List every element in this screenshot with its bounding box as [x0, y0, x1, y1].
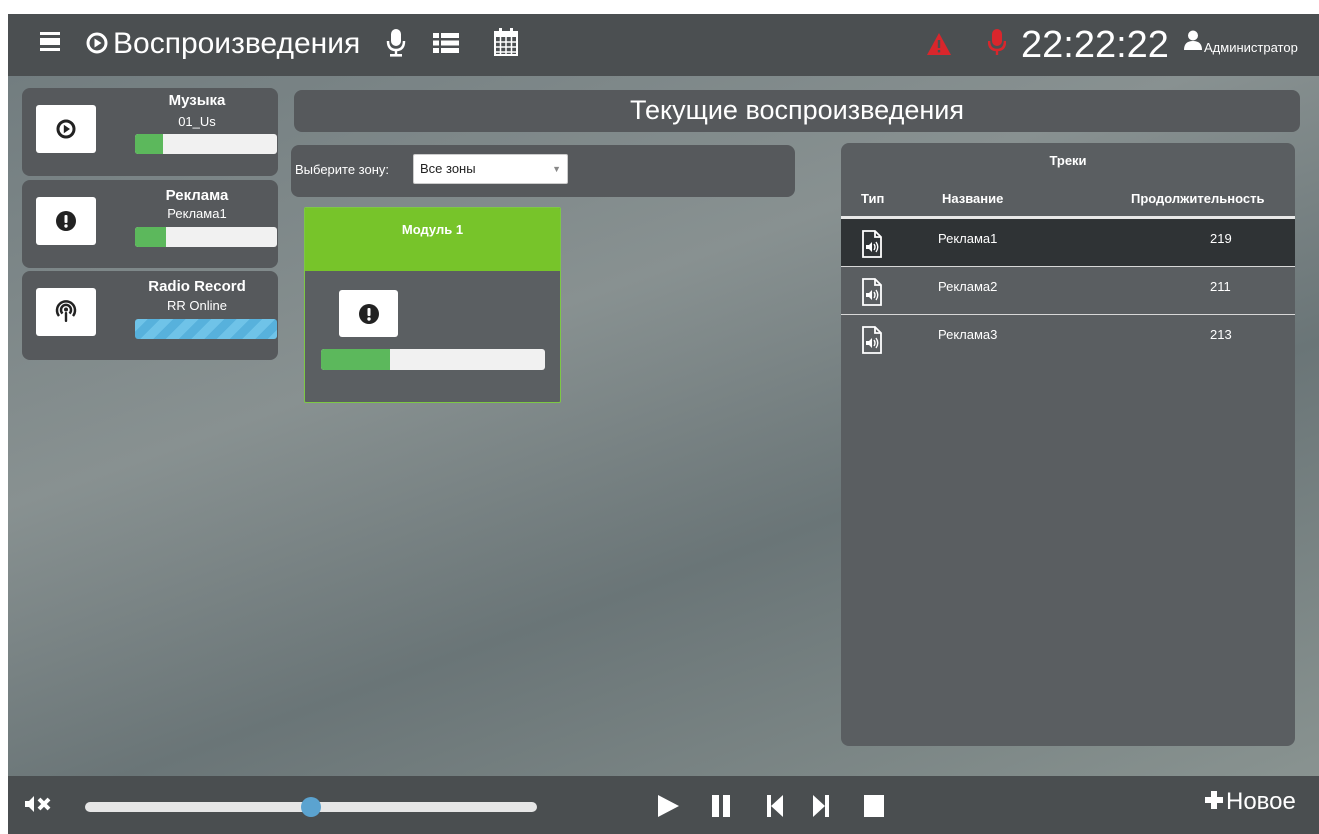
add-new-button[interactable]: Новое — [1204, 788, 1296, 816]
source-progress-bar — [135, 134, 277, 154]
source-name: Реклама — [165, 187, 229, 204]
alert-triangle-icon[interactable] — [926, 32, 952, 56]
play-icon[interactable] — [656, 794, 680, 823]
exclamation-circle-icon[interactable] — [36, 197, 96, 245]
page-section-title[interactable]: Воспроизведения — [113, 27, 360, 61]
play-circle-icon — [86, 32, 108, 54]
recording-mic-icon[interactable] — [988, 28, 1006, 58]
tracks-list: Реклама1 219 Реклама2 211 Реклама3 213 — [841, 219, 1295, 363]
track-duration: 213 — [1210, 327, 1232, 342]
audio-file-icon — [861, 278, 883, 309]
zone-label: Выберите зону: — [295, 162, 390, 177]
player-bar: Новое — [8, 776, 1319, 834]
zone-selected-value: Все зоны — [420, 161, 476, 176]
source-track: 01_Us — [178, 114, 216, 129]
list-icon[interactable] — [433, 32, 459, 54]
module-progress-bar — [321, 349, 545, 370]
track-name: Реклама1 — [938, 231, 998, 246]
tracks-panel: Треки Тип Название Продолжительность Рек… — [841, 143, 1295, 746]
play-circle-icon[interactable] — [36, 105, 96, 153]
column-duration[interactable]: Продолжительность — [1131, 191, 1264, 206]
module-title: Модуль 1 — [305, 208, 560, 271]
source-name: Radio Record — [148, 278, 246, 295]
table-row[interactable]: Реклама1 219 — [841, 219, 1295, 267]
clock: 22:22:22 — [1021, 24, 1169, 66]
stop-icon[interactable] — [863, 794, 885, 823]
source-track: RR Online — [167, 298, 227, 313]
skip-back-icon[interactable] — [766, 794, 784, 823]
column-name[interactable]: Название — [942, 191, 1003, 206]
progress-fill — [135, 227, 167, 247]
add-new-label: Новое — [1226, 788, 1296, 815]
track-name: Реклама2 — [938, 279, 998, 294]
progress-fill — [135, 134, 164, 154]
skip-forward-icon[interactable] — [812, 794, 830, 823]
source-stream-bar — [135, 319, 277, 339]
pause-icon[interactable] — [711, 794, 731, 823]
user-icon[interactable] — [1184, 30, 1202, 50]
source-card-music[interactable]: Музыка 01_Us — [22, 88, 278, 176]
tracks-header: Треки — [1049, 153, 1087, 168]
audio-file-icon — [861, 230, 883, 261]
volume-knob[interactable] — [301, 797, 321, 817]
menu-icon[interactable] — [40, 32, 60, 54]
calendar-icon[interactable] — [494, 28, 518, 56]
module-card[interactable]: Модуль 1 — [304, 207, 561, 403]
zone-select[interactable]: Все зоны ▼ — [413, 154, 568, 184]
zone-selector-panel: Выберите зону: Все зоны ▼ — [291, 145, 795, 197]
table-row[interactable]: Реклама3 213 — [841, 315, 1295, 363]
source-card-ads[interactable]: Реклама Реклама1 — [22, 180, 278, 268]
volume-slider[interactable] — [85, 797, 537, 817]
app-window: Воспроизведения 22:22:22 Администратор М… — [8, 14, 1319, 834]
podcast-icon[interactable] — [36, 288, 96, 336]
column-type[interactable]: Тип — [861, 191, 884, 206]
exclamation-circle-icon[interactable] — [339, 290, 398, 337]
microphone-icon[interactable] — [386, 28, 406, 58]
source-progress-bar — [135, 227, 277, 247]
table-row[interactable]: Реклама2 211 — [841, 267, 1295, 315]
track-name: Реклама3 — [938, 327, 998, 342]
track-duration: 219 — [1210, 231, 1232, 246]
user-name[interactable]: Администратор — [1204, 40, 1298, 55]
tracks-column-headers: Тип Название Продолжительность — [841, 179, 1295, 219]
source-name: Музыка — [168, 92, 226, 109]
source-card-radio[interactable]: Radio Record RR Online — [22, 271, 278, 360]
mute-icon[interactable] — [24, 794, 54, 819]
page-title: Текущие воспроизведения — [294, 90, 1300, 132]
top-bar: Воспроизведения 22:22:22 Администратор — [8, 14, 1319, 76]
source-track: Реклама1 — [167, 206, 227, 221]
track-duration: 211 — [1210, 279, 1231, 294]
plus-icon — [1204, 790, 1224, 815]
audio-file-icon — [861, 326, 883, 357]
progress-fill — [321, 349, 391, 370]
chevron-down-icon[interactable]: ▼ — [552, 155, 561, 183]
